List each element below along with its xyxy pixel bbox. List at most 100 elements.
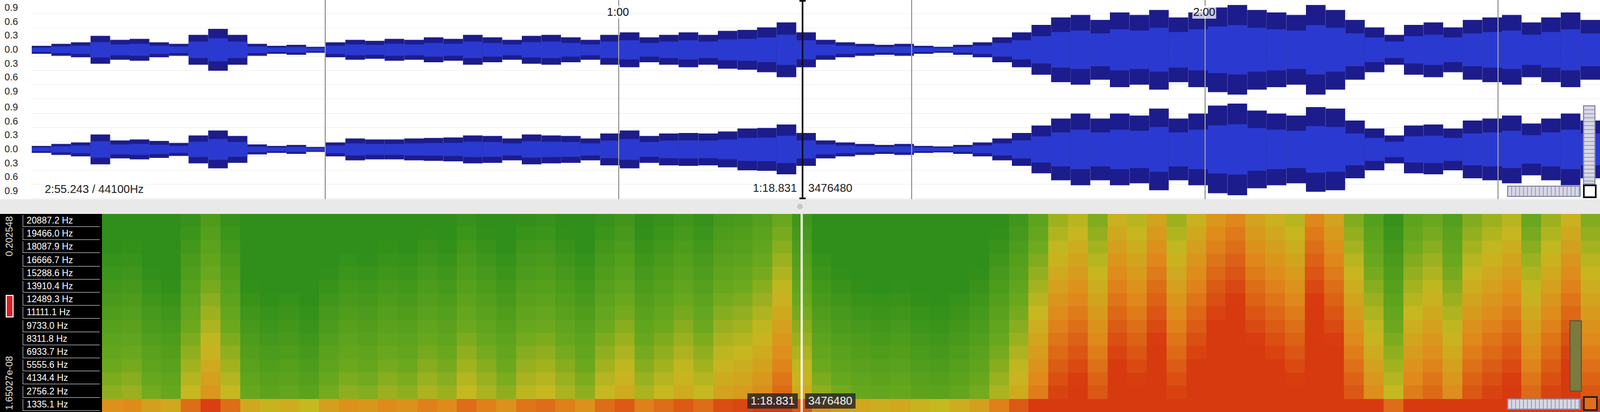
spectrogram-cell (1541, 346, 1561, 360)
spectrogram-cell (989, 346, 1010, 360)
spectrogram-cell (1284, 399, 1305, 412)
waveform-bar (1149, 10, 1169, 91)
spectrogram-cell (259, 266, 280, 280)
axis-label: 0.6 (4, 171, 32, 184)
spectrogram-cell (555, 306, 576, 320)
spectrogram-cell (318, 385, 339, 399)
spectrogram-cell (1206, 240, 1227, 254)
spectrogram-cell (1284, 280, 1305, 294)
spectrogram-cell (910, 372, 931, 386)
spectrogram-cell (200, 385, 221, 399)
spectrogram-cell (279, 227, 300, 241)
spectrogram-cell (575, 280, 595, 294)
spectrogram-cell (969, 266, 990, 280)
spectrogram-cell (1206, 306, 1227, 320)
spectrogram-cell (870, 293, 891, 307)
spectrogram-cell (160, 346, 181, 360)
spectrogram-cell (733, 280, 753, 294)
waveform-bar (286, 44, 307, 55)
vertical-zoom[interactable] (1583, 105, 1596, 185)
spectrogram-cell (811, 227, 832, 241)
spectrogram-cell (535, 266, 556, 280)
frequency-label: 13910.4 Hz (22, 281, 100, 293)
spectrogram-cell (870, 240, 891, 254)
amplitude-axis: 0.90.60.30.00.30.60.90.90.60.30.00.30.60… (0, 0, 32, 200)
spectrogram-cell (831, 280, 851, 294)
spectrogram-column (1245, 214, 1266, 412)
spectrogram-cell (1206, 399, 1227, 412)
zoom-reset[interactable] (1583, 184, 1597, 199)
spectrogram-cell (516, 253, 536, 267)
waveform-chart (31, 0, 1600, 100)
spectrogram-cell (594, 214, 615, 228)
waveform-bar (325, 42, 346, 58)
splitter[interactable] (0, 199, 1600, 215)
spectrogram-cell (1462, 306, 1483, 320)
spectrogram-plot[interactable]: 1:18.8313476480 (101, 214, 1600, 412)
spectrogram-cell (1265, 240, 1285, 254)
spectrogram-cell (279, 346, 300, 360)
spectrogram-cell (1363, 293, 1384, 307)
spectrogram-cell (397, 385, 418, 399)
spectrogram-cell (870, 399, 891, 412)
spectrogram-cell (1028, 266, 1049, 280)
frequency-label: 9733.0 Hz (22, 320, 100, 333)
spectrogram-column (1363, 214, 1384, 412)
waveform-bar (698, 35, 718, 66)
spectrogram-cell (535, 280, 556, 294)
spectrogram-column (910, 214, 931, 412)
spectrogram-cell (555, 320, 576, 334)
zoom-reset[interactable] (1583, 396, 1598, 412)
axis-label: 0.6 (4, 71, 32, 84)
spectrogram-cell (1403, 333, 1424, 347)
waveform-bar (1011, 32, 1032, 68)
playhead[interactable] (801, 0, 804, 200)
waveform-plot[interactable]: 1:002:001:18.83134764802:55.243 / 44100H… (31, 0, 1600, 200)
spectrogram-cell (713, 240, 734, 254)
spectrogram-cell (713, 253, 734, 267)
spectrogram-cell (1442, 399, 1463, 412)
spectrogram-cell (929, 385, 950, 399)
spectrogram-cell (1343, 346, 1364, 360)
spectrogram-cell (121, 306, 142, 320)
waveform-bar (1168, 17, 1189, 83)
spectrogram-cell (910, 214, 931, 228)
spectrogram-cell (476, 227, 497, 241)
waveform-bar (90, 134, 111, 165)
spectrogram-cell (1126, 240, 1147, 254)
spectrogram-cell (1225, 227, 1246, 241)
spectrogram-cell (634, 214, 655, 228)
horizontal-zoom[interactable] (1507, 185, 1581, 198)
spectrogram-cell (358, 346, 378, 360)
waveform-bar (658, 35, 679, 66)
waveform-bar (1129, 14, 1150, 85)
spectrogram-cell (141, 306, 162, 320)
spectrogram-cell (1225, 320, 1246, 334)
spectrogram-cell (1067, 320, 1088, 334)
spectrogram-cell (969, 359, 990, 373)
grip-icon[interactable] (797, 203, 803, 210)
spectrogram-cell (1521, 266, 1542, 280)
spectrogram-cell (101, 240, 122, 254)
spectrogram-cell (1166, 320, 1187, 334)
waveform-channel[interactable] (31, 0, 1600, 100)
spectrogram-cell (1501, 320, 1522, 334)
spectrogram-cell (397, 214, 418, 228)
spectrogram-cell (220, 359, 241, 373)
spectrogram-cell (1482, 359, 1502, 373)
frequency-label: 18087.9 Hz (22, 241, 100, 254)
horizontal-zoom[interactable] (1507, 398, 1581, 411)
vertical-zoom[interactable] (1569, 320, 1582, 393)
spectrogram-cell (1146, 306, 1167, 320)
spectrogram-cell (1442, 240, 1463, 254)
spectrogram-cell (1580, 293, 1600, 307)
spectrogram-cursor[interactable] (800, 214, 803, 412)
spectrogram-cell (535, 320, 556, 334)
spectrogram-cell (496, 333, 517, 347)
spectrogram-cell (220, 227, 241, 241)
spectrogram-cell (949, 266, 970, 280)
spectrogram-cell (318, 253, 339, 267)
spectrogram-cell (713, 306, 734, 320)
spectrogram-cell (555, 359, 576, 373)
waveform-bar (933, 146, 954, 153)
